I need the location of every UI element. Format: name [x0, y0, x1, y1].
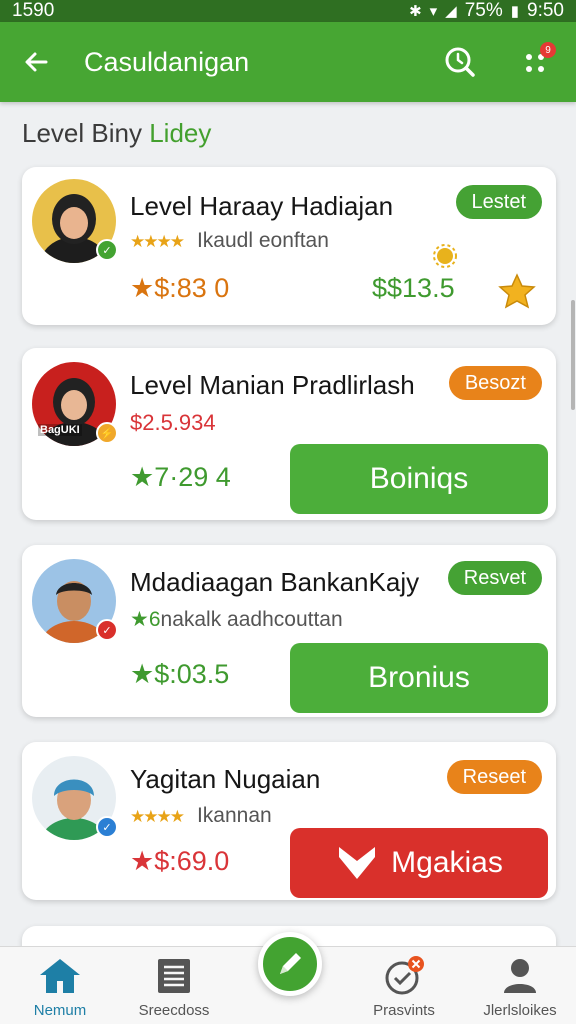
- battery-text: 75%: [464, 0, 503, 21]
- bonus-button[interactable]: Boiniqs: [290, 444, 548, 514]
- notification-badge: 9: [540, 42, 556, 58]
- nav-item-home[interactable]: Nemum: [0, 947, 120, 1024]
- price-right: $$13.5: [372, 273, 455, 303]
- price-left: ★7·29 4: [130, 462, 231, 492]
- nav-label: Sreecdoss: [138, 1002, 210, 1019]
- search-button[interactable]: [438, 40, 482, 84]
- bonus-button[interactable]: Bronius: [290, 643, 548, 713]
- card-subtitle: ★★★★ Ikaudl eonftan: [130, 229, 329, 253]
- bolt-badge-icon: ⚡: [96, 422, 118, 444]
- price-left: ★$:03.5: [130, 659, 230, 689]
- status-left-text: 1590: [12, 0, 55, 21]
- person-icon: [498, 956, 542, 996]
- scrollbar[interactable]: [571, 300, 575, 410]
- card-subtitle-text: Ikaudl eonftan: [196, 229, 329, 252]
- list-card[interactable]: ✓ Mdadiaagan BankanKajy Resvet ★6nakalk …: [22, 545, 556, 717]
- card-subtitle: $2.5.934: [130, 410, 216, 435]
- list-card[interactable]: BagUKI ⚡ Level Manian Pradlirlash Besozt…: [22, 348, 556, 520]
- avatar: ✓: [32, 756, 118, 840]
- status-badge[interactable]: Resvet: [447, 561, 542, 595]
- page-title: Casuldanigan: [84, 46, 250, 77]
- nav-label: Jlerlsloikes: [483, 1002, 557, 1019]
- subtitle-prefix: ★6: [130, 608, 161, 631]
- price-left: ★$:83 0: [130, 273, 230, 303]
- pencil-icon: [280, 953, 301, 974]
- card-subtitle: ★★★★ Ikannan: [130, 804, 272, 828]
- rating-stars: ★★★★: [130, 232, 185, 251]
- section-title: Level Biny Lidey: [22, 118, 211, 149]
- back-button[interactable]: [18, 44, 54, 80]
- megaphone-icon: [339, 847, 376, 879]
- arrow-left-icon: [25, 52, 48, 72]
- signal-icon: ◢: [445, 3, 457, 20]
- compose-button[interactable]: [258, 932, 322, 996]
- avatar-caption: BagUKI: [38, 424, 82, 436]
- menu-button[interactable]: 9: [514, 40, 558, 84]
- nav-item-documents[interactable]: Sreecdoss: [114, 947, 234, 1024]
- price-left: ★$:69.0: [130, 846, 230, 876]
- status-icons: ✱ ▾ ◢ 75% ▮ 9:50: [409, 0, 564, 22]
- card-title: Yagitan Nugaian: [130, 764, 321, 794]
- sun-icon: [432, 243, 458, 275]
- status-bar: 1590 ✱ ▾ ◢ 75% ▮ 9:50: [0, 0, 576, 22]
- star-mascot-icon: [498, 273, 536, 316]
- avatar: BagUKI ⚡: [32, 362, 118, 446]
- nav-item-profile[interactable]: Jlerlsloikes: [460, 947, 576, 1024]
- card-subtitle: ★6nakalk aadhcouttan: [130, 607, 343, 632]
- card-subtitle-text: nakalk aadhcouttan: [160, 608, 343, 631]
- bluetooth-icon: ✱: [409, 3, 422, 20]
- nav-label: Nemum: [33, 1002, 87, 1019]
- card-subtitle-text: Ikannan: [196, 804, 272, 827]
- check-circle-icon: [382, 956, 426, 996]
- check-badge-icon: ✓: [96, 816, 118, 838]
- wifi-icon: ▾: [429, 3, 438, 20]
- status-time: 9:50: [527, 0, 564, 21]
- nav-item-prasvints[interactable]: Prasvints: [344, 947, 464, 1024]
- section-title-accent: Lidey: [149, 118, 212, 148]
- rating-stars: ★★★★: [130, 807, 185, 826]
- search-icon: [445, 47, 475, 77]
- battery-icon: ▮: [510, 3, 520, 20]
- status-badge[interactable]: Besozt: [448, 366, 542, 400]
- section-title-main: Level Biny: [22, 118, 142, 148]
- card-title: Level Haraay Hadiajan: [130, 191, 394, 221]
- home-icon: [38, 956, 82, 996]
- status-badge[interactable]: Lestet: [455, 185, 542, 219]
- avatar: ✓: [32, 179, 118, 263]
- check-badge-icon: ✓: [96, 619, 118, 641]
- status-badge[interactable]: Reseet: [446, 760, 542, 794]
- app-bar: Casuldanigan 9: [0, 22, 576, 102]
- list-card[interactable]: ✓ Yagitan Nugaian Reseet ★★★★ Ikannan ★$:…: [22, 742, 556, 900]
- nav-label: Prasvints: [373, 1002, 435, 1019]
- action-button-label: Mgakias: [391, 846, 503, 879]
- list-card[interactable]: ✓ Level Haraay Hadiajan Lestet ★★★★ Ikaud…: [22, 167, 556, 325]
- avatar: ✓: [32, 559, 118, 643]
- card-title: Mdadiaagan BankanKajy: [130, 567, 420, 597]
- card-title: Level Manian Pradlirlash: [130, 370, 415, 400]
- document-icon: [152, 956, 196, 996]
- action-button[interactable]: Mgakias: [290, 828, 548, 898]
- verified-badge-icon: ✓: [96, 239, 118, 261]
